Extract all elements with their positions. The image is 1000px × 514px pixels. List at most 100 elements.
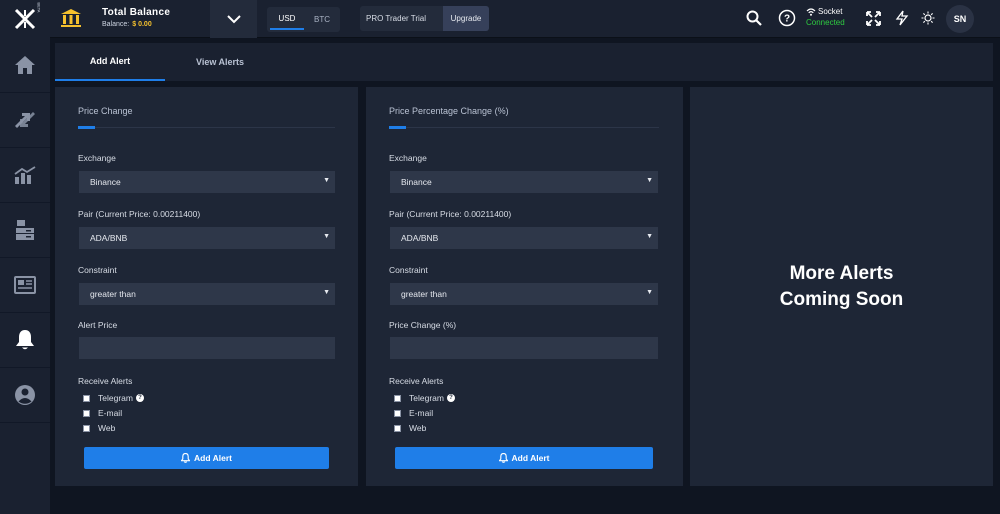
pair-select[interactable]: ADA/BNB ▼ — [79, 227, 335, 249]
balance-label: Balance: — [102, 21, 130, 28]
price-change-panel: Price Change Exchange Binance ▼ Pair (Cu… — [55, 87, 358, 486]
sidebar-item-alerts[interactable] — [0, 313, 50, 368]
sidebar-item-portfolio[interactable] — [0, 203, 50, 258]
expand-icon — [865, 10, 881, 26]
email-label: E-mail — [98, 408, 123, 418]
caret-down-icon: ▼ — [323, 177, 330, 184]
email-label: E-mail — [409, 408, 434, 418]
add-alert-button[interactable]: Add Alert — [395, 447, 653, 469]
sidebar-item-home[interactable] — [0, 38, 50, 93]
email-checkbox[interactable] — [83, 409, 90, 417]
price-change-input[interactable] — [390, 337, 658, 359]
coming-soon-panel: More Alerts Coming Soon — [690, 87, 993, 486]
fullscreen-button[interactable] — [864, 9, 882, 27]
logo[interactable]: BETA — [0, 0, 50, 38]
exchange-arrows-icon — [15, 112, 35, 128]
user-icon — [15, 385, 35, 405]
sun-icon — [921, 11, 935, 25]
email-option[interactable]: E-mail — [83, 408, 122, 418]
currency-usd[interactable]: USD — [270, 9, 304, 30]
constraint-label: Constraint — [389, 265, 428, 275]
sidebar-item-trade[interactable] — [0, 93, 50, 148]
receive-alerts-label: Receive Alerts — [389, 376, 444, 386]
telegram-label: Telegram — [98, 393, 133, 403]
exchange-select[interactable]: Binance ▼ — [79, 171, 335, 193]
caret-down-icon: ▼ — [646, 289, 653, 296]
socket-status: Socket Connected — [806, 7, 845, 27]
telegram-checkbox[interactable] — [83, 394, 90, 402]
panel-title: Price Change — [78, 106, 133, 116]
balance-amount: $ 0.00 — [132, 21, 152, 28]
bell-icon — [16, 330, 34, 350]
logo-icon — [14, 8, 36, 30]
pair-value: ADA/BNB — [401, 233, 439, 243]
chevron-down-icon — [226, 14, 241, 23]
home-icon — [15, 56, 35, 74]
coming-soon-text: More Alerts Coming Soon — [779, 262, 904, 310]
pair-select[interactable]: ADA/BNB ▼ — [390, 227, 658, 249]
socket-connected: Connected — [806, 18, 845, 27]
telegram-label: Telegram — [409, 393, 444, 403]
alert-price-input[interactable] — [79, 337, 335, 359]
panel-title-underline — [78, 126, 95, 129]
exchange-value: Binance — [90, 177, 121, 187]
pair-label: Pair (Current Price: 0.00211400) — [389, 209, 512, 219]
constraint-value: greater than — [90, 289, 136, 299]
receive-alerts-label: Receive Alerts — [78, 376, 133, 386]
caret-down-icon: ▼ — [323, 233, 330, 240]
search-button[interactable] — [745, 9, 763, 27]
exchange-label: Exchange — [389, 153, 427, 163]
add-alert-label: Add Alert — [511, 453, 550, 463]
exchange-select[interactable]: Binance ▼ — [390, 171, 658, 193]
sidebar-item-charts[interactable] — [0, 148, 50, 203]
telegram-option[interactable]: Telegram ? — [83, 393, 144, 403]
sidebar — [0, 38, 50, 514]
web-label: Web — [98, 423, 116, 433]
constraint-label: Constraint — [78, 265, 117, 275]
email-option[interactable]: E-mail — [394, 408, 433, 418]
constraint-value: greater than — [401, 289, 447, 299]
tab-view-alerts[interactable]: View Alerts — [165, 43, 275, 81]
help-icon[interactable]: ? — [446, 394, 455, 402]
balance-dropdown-button[interactable] — [210, 0, 257, 38]
telegram-option[interactable]: Telegram ? — [394, 393, 455, 403]
upgrade-button[interactable]: Upgrade — [443, 6, 489, 31]
web-checkbox[interactable] — [394, 424, 401, 432]
email-checkbox[interactable] — [394, 409, 401, 417]
svg-text:?: ? — [784, 14, 790, 25]
news-icon — [14, 276, 36, 294]
web-label: Web — [409, 423, 427, 433]
lightning-icon — [895, 10, 909, 26]
wifi-icon — [806, 7, 816, 16]
pair-value: ADA/BNB — [90, 233, 128, 243]
panel-title: Price Percentage Change (%) — [389, 106, 509, 116]
pro-trial-label: PRO Trader Trial — [366, 14, 427, 23]
help-icon: ? — [778, 9, 796, 27]
theme-button[interactable] — [919, 9, 937, 27]
panel-title-underline — [389, 126, 406, 129]
add-alert-button[interactable]: Add Alert — [84, 447, 329, 469]
balance-line: Balance: $ 0.00 — [102, 21, 152, 28]
caret-down-icon: ▼ — [646, 177, 653, 184]
help-icon[interactable]: ? — [135, 394, 144, 402]
socket-label: Socket — [818, 7, 843, 16]
constraint-select[interactable]: greater than ▼ — [390, 283, 658, 305]
sidebar-item-news[interactable] — [0, 258, 50, 313]
top-bar: BETA Total Balance Balance: $ 0.00 USD BT… — [0, 0, 1000, 38]
telegram-checkbox[interactable] — [394, 394, 401, 402]
avatar[interactable]: SN — [946, 5, 974, 33]
alert-price-label: Alert Price — [78, 320, 118, 330]
help-button[interactable]: ? — [778, 9, 796, 27]
sidebar-item-account[interactable] — [0, 368, 50, 423]
web-option[interactable]: Web — [394, 423, 426, 433]
price-percentage-panel: Price Percentage Change (%) Exchange Bin… — [366, 87, 683, 486]
tab-add-alert[interactable]: Add Alert — [55, 43, 165, 81]
lightning-button[interactable] — [893, 9, 911, 27]
constraint-select[interactable]: greater than ▼ — [79, 283, 335, 305]
web-option[interactable]: Web — [83, 423, 115, 433]
web-checkbox[interactable] — [83, 424, 90, 432]
chart-bars-icon — [14, 166, 36, 184]
currency-btc[interactable]: BTC — [306, 9, 338, 30]
bank-icon — [61, 9, 81, 27]
caret-down-icon: ▼ — [646, 233, 653, 240]
